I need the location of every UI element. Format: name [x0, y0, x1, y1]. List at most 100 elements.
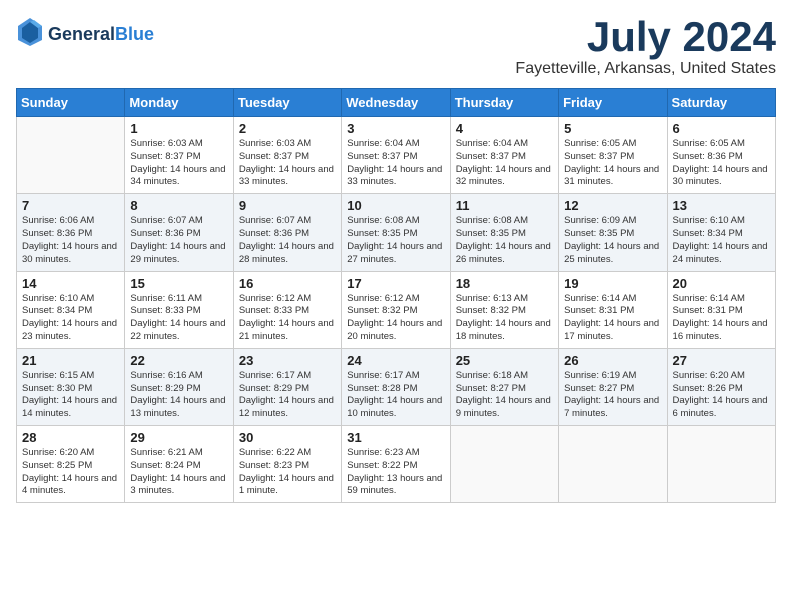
- cell-content: Sunrise: 6:10 AMSunset: 8:34 PMDaylight:…: [22, 293, 119, 344]
- logo-text: GeneralBlue: [48, 24, 154, 45]
- cell-content: Sunrise: 6:17 AMSunset: 8:28 PMDaylight:…: [347, 370, 444, 421]
- calendar-cell: 22Sunrise: 6:16 AMSunset: 8:29 PMDayligh…: [125, 348, 233, 425]
- calendar-cell: 4 Sunrise: 6:04 AMSunset: 8:37 PMDaylight…: [450, 117, 558, 194]
- calendar-cell: 6 Sunrise: 6:05 AMSunset: 8:36 PMDaylight…: [667, 117, 775, 194]
- weekday-header-friday: Friday: [559, 89, 667, 117]
- calendar-cell: 21Sunrise: 6:15 AMSunset: 8:30 PMDayligh…: [17, 348, 125, 425]
- calendar-cell: 11Sunrise: 6:08 AMSunset: 8:35 PMDayligh…: [450, 194, 558, 271]
- cell-content: Sunrise: 6:05 AMSunset: 8:37 PMDaylight:…: [564, 138, 661, 189]
- calendar-table: SundayMondayTuesdayWednesdayThursdayFrid…: [16, 88, 776, 503]
- cell-content: Sunrise: 6:03 AMSunset: 8:37 PMDaylight:…: [239, 138, 336, 189]
- cell-content: Sunrise: 6:10 AMSunset: 8:34 PMDaylight:…: [673, 215, 770, 266]
- calendar-cell: 27Sunrise: 6:20 AMSunset: 8:26 PMDayligh…: [667, 348, 775, 425]
- calendar-week-row: 28 Sunrise: 6:20 AMSunset: 8:25 PMDayligh…: [17, 426, 776, 503]
- calendar-cell: 31 Sunrise: 6:23 AMSunset: 8:22 PMDayligh…: [342, 426, 450, 503]
- calendar-cell: 30Sunrise: 6:22 AMSunset: 8:23 PMDayligh…: [233, 426, 341, 503]
- day-number: 10: [347, 198, 444, 213]
- day-number: 28: [22, 430, 119, 445]
- calendar-cell: 28 Sunrise: 6:20 AMSunset: 8:25 PMDayligh…: [17, 426, 125, 503]
- day-number: 12: [564, 198, 661, 213]
- location-title: Fayetteville, Arkansas, United States: [515, 60, 776, 78]
- calendar-week-row: 14 Sunrise: 6:10 AMSunset: 8:34 PMDayligh…: [17, 271, 776, 348]
- calendar-cell: 1Sunrise: 6:03 AMSunset: 8:37 PMDaylight…: [125, 117, 233, 194]
- logo-general: General: [48, 24, 115, 44]
- weekday-header-tuesday: Tuesday: [233, 89, 341, 117]
- cell-content: Sunrise: 6:12 AMSunset: 8:32 PMDaylight:…: [347, 293, 444, 344]
- title-section: July 2024 Fayetteville, Arkansas, United…: [515, 16, 776, 78]
- logo-icon: [16, 16, 44, 53]
- cell-content: Sunrise: 6:04 AMSunset: 8:37 PMDaylight:…: [456, 138, 553, 189]
- day-number: 5: [564, 121, 661, 136]
- calendar-cell: 3 Sunrise: 6:04 AMSunset: 8:37 PMDaylight…: [342, 117, 450, 194]
- day-number: 15: [130, 276, 227, 291]
- cell-content: Sunrise: 6:17 AMSunset: 8:29 PMDaylight:…: [239, 370, 336, 421]
- calendar-cell: 25 Sunrise: 6:18 AMSunset: 8:27 PMDayligh…: [450, 348, 558, 425]
- day-number: 6: [673, 121, 770, 136]
- day-number: 24: [347, 353, 444, 368]
- calendar-cell: [17, 117, 125, 194]
- cell-content: Sunrise: 6:12 AMSunset: 8:33 PMDaylight:…: [239, 293, 336, 344]
- cell-content: Sunrise: 6:08 AMSunset: 8:35 PMDaylight:…: [456, 215, 553, 266]
- cell-content: Sunrise: 6:16 AMSunset: 8:29 PMDaylight:…: [130, 370, 227, 421]
- cell-content: Sunrise: 6:14 AMSunset: 8:31 PMDaylight:…: [673, 293, 770, 344]
- calendar-cell: 13 Sunrise: 6:10 AMSunset: 8:34 PMDayligh…: [667, 194, 775, 271]
- cell-content: Sunrise: 6:21 AMSunset: 8:24 PMDaylight:…: [130, 447, 227, 498]
- calendar-cell: 20Sunrise: 6:14 AMSunset: 8:31 PMDayligh…: [667, 271, 775, 348]
- calendar-cell: 23 Sunrise: 6:17 AMSunset: 8:29 PMDayligh…: [233, 348, 341, 425]
- calendar-cell: 12 Sunrise: 6:09 AMSunset: 8:35 PMDayligh…: [559, 194, 667, 271]
- calendar-cell: 14 Sunrise: 6:10 AMSunset: 8:34 PMDayligh…: [17, 271, 125, 348]
- calendar-cell: 16 Sunrise: 6:12 AMSunset: 8:33 PMDayligh…: [233, 271, 341, 348]
- day-number: 16: [239, 276, 336, 291]
- calendar-cell: 19 Sunrise: 6:14 AMSunset: 8:31 PMDayligh…: [559, 271, 667, 348]
- day-number: 19: [564, 276, 661, 291]
- calendar-cell: 24 Sunrise: 6:17 AMSunset: 8:28 PMDayligh…: [342, 348, 450, 425]
- calendar-cell: 5 Sunrise: 6:05 AMSunset: 8:37 PMDaylight…: [559, 117, 667, 194]
- weekday-header-wednesday: Wednesday: [342, 89, 450, 117]
- calendar-cell: 7 Sunrise: 6:06 AMSunset: 8:36 PMDaylight…: [17, 194, 125, 271]
- logo-blue: Blue: [115, 24, 154, 44]
- calendar-cell: 17 Sunrise: 6:12 AMSunset: 8:32 PMDayligh…: [342, 271, 450, 348]
- day-number: 14: [22, 276, 119, 291]
- calendar-cell: [559, 426, 667, 503]
- day-number: 4: [456, 121, 553, 136]
- cell-content: Sunrise: 6:03 AMSunset: 8:37 PMDaylight:…: [130, 138, 227, 189]
- day-number: 31: [347, 430, 444, 445]
- cell-content: Sunrise: 6:20 AMSunset: 8:25 PMDaylight:…: [22, 447, 119, 498]
- day-number: 25: [456, 353, 553, 368]
- weekday-header-row: SundayMondayTuesdayWednesdayThursdayFrid…: [17, 89, 776, 117]
- weekday-header-monday: Monday: [125, 89, 233, 117]
- cell-content: Sunrise: 6:04 AMSunset: 8:37 PMDaylight:…: [347, 138, 444, 189]
- calendar-cell: 8 Sunrise: 6:07 AMSunset: 8:36 PMDaylight…: [125, 194, 233, 271]
- day-number: 13: [673, 198, 770, 213]
- cell-content: Sunrise: 6:14 AMSunset: 8:31 PMDaylight:…: [564, 293, 661, 344]
- day-number: 26: [564, 353, 661, 368]
- day-number: 27: [673, 353, 770, 368]
- day-number: 2: [239, 121, 336, 136]
- cell-content: Sunrise: 6:22 AMSunset: 8:23 PMDaylight:…: [239, 447, 336, 498]
- day-number: 17: [347, 276, 444, 291]
- weekday-header-sunday: Sunday: [17, 89, 125, 117]
- cell-content: Sunrise: 6:23 AMSunset: 8:22 PMDaylight:…: [347, 447, 444, 498]
- cell-content: Sunrise: 6:07 AMSunset: 8:36 PMDaylight:…: [239, 215, 336, 266]
- page-header: GeneralBlue July 2024 Fayetteville, Arka…: [16, 16, 776, 78]
- month-title: July 2024: [515, 16, 776, 58]
- cell-content: Sunrise: 6:19 AMSunset: 8:27 PMDaylight:…: [564, 370, 661, 421]
- calendar-week-row: 21Sunrise: 6:15 AMSunset: 8:30 PMDayligh…: [17, 348, 776, 425]
- cell-content: Sunrise: 6:07 AMSunset: 8:36 PMDaylight:…: [130, 215, 227, 266]
- day-number: 7: [22, 198, 119, 213]
- cell-content: Sunrise: 6:08 AMSunset: 8:35 PMDaylight:…: [347, 215, 444, 266]
- day-number: 23: [239, 353, 336, 368]
- day-number: 9: [239, 198, 336, 213]
- calendar-cell: 26 Sunrise: 6:19 AMSunset: 8:27 PMDayligh…: [559, 348, 667, 425]
- calendar-cell: [450, 426, 558, 503]
- calendar-cell: 29Sunrise: 6:21 AMSunset: 8:24 PMDayligh…: [125, 426, 233, 503]
- cell-content: Sunrise: 6:18 AMSunset: 8:27 PMDaylight:…: [456, 370, 553, 421]
- cell-content: Sunrise: 6:05 AMSunset: 8:36 PMDaylight:…: [673, 138, 770, 189]
- cell-content: Sunrise: 6:09 AMSunset: 8:35 PMDaylight:…: [564, 215, 661, 266]
- logo: GeneralBlue: [16, 16, 154, 53]
- cell-content: Sunrise: 6:06 AMSunset: 8:36 PMDaylight:…: [22, 215, 119, 266]
- day-number: 8: [130, 198, 227, 213]
- day-number: 3: [347, 121, 444, 136]
- calendar-week-row: 7 Sunrise: 6:06 AMSunset: 8:36 PMDaylight…: [17, 194, 776, 271]
- weekday-header-thursday: Thursday: [450, 89, 558, 117]
